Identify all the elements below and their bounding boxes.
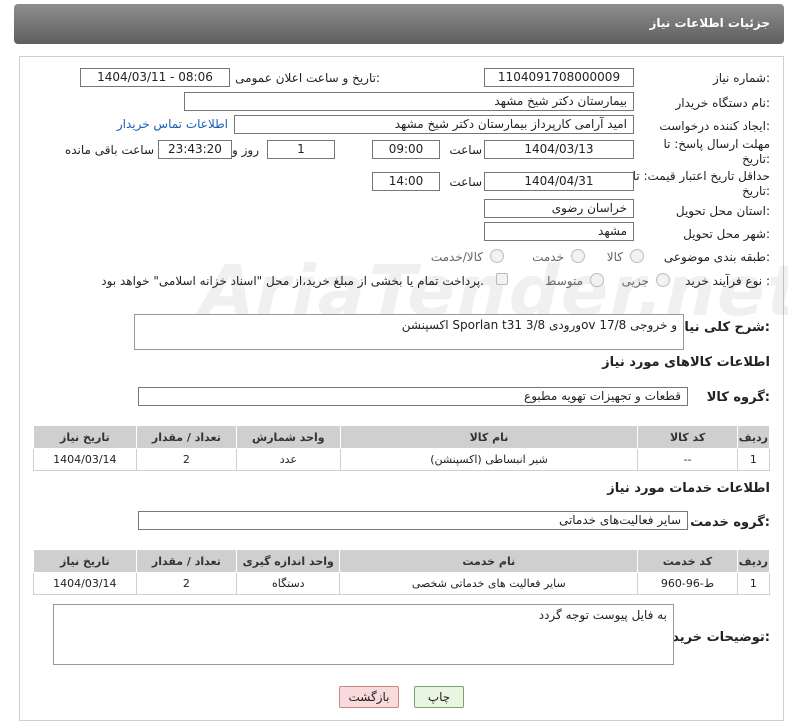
- services-cell-unit: دستگاه: [236, 572, 341, 595]
- process-option-medium: متوسط: [545, 274, 583, 288]
- creator-field[interactable]: امید آرامی کارپرداز بیمارستان دکتر شیخ م…: [234, 115, 634, 134]
- summary-label: شرح کلی نیاز:: [676, 320, 770, 335]
- buyer-contact-link[interactable]: اطلاعات تماس خریدار: [117, 117, 228, 131]
- services-section-title: اطلاعات خدمات مورد نیاز: [607, 481, 770, 496]
- print-button[interactable]: چاپ: [414, 686, 464, 708]
- buyer-notes-label: توضیحات خریدار:: [660, 630, 770, 645]
- table-row[interactable]: 1404/03/14 2 دستگاه سایر فعالیت های خدما…: [33, 572, 771, 595]
- day-and-label: روز و: [232, 143, 259, 157]
- services-table: تاریخ نیاز تعداد / مقدار واحد اندازه گیر…: [33, 549, 771, 595]
- buyer-org-field[interactable]: بیمارستان دکتر شیخ مشهد: [184, 92, 634, 111]
- payment-note: پرداخت تمام یا بخشی از مبلغ خرید،از محل …: [101, 274, 484, 288]
- province-label: استان محل تحویل:: [675, 204, 770, 218]
- category-option-goods: کالا: [606, 250, 623, 264]
- goods-cell-name: شیر انبساطی (اکسپنشن): [339, 448, 639, 471]
- goods-section-title: اطلاعات کالاهای مورد نیاز: [602, 355, 770, 370]
- goods-cell-code: --: [637, 448, 738, 471]
- goods-table-header: تاریخ نیاز تعداد / مقدار واحد شمارش نام …: [33, 425, 771, 449]
- services-cell-code: ط-96-960: [637, 572, 738, 595]
- page-title: جزئیات اطلاعات نیاز: [649, 16, 770, 30]
- remaining-time-field[interactable]: 23:43:20: [158, 140, 232, 159]
- province-field[interactable]: خراسان رضوی: [484, 199, 634, 218]
- deadline-time-field[interactable]: 09:00: [372, 140, 440, 159]
- services-col-name: نام خدمت: [339, 549, 639, 573]
- remaining-label: ساعت باقی مانده: [64, 143, 154, 157]
- goods-group-field[interactable]: قطعات و تجهیزات تهویه مطبوع: [138, 387, 688, 406]
- goods-cell-unit: عدد: [236, 448, 341, 471]
- services-cell-date: 1404/03/14: [33, 572, 137, 595]
- category-radio-goods-service[interactable]: [490, 249, 504, 263]
- services-group-field[interactable]: سایر فعالیت‌های خدماتی: [138, 511, 688, 530]
- services-cell-qty: 2: [135, 572, 238, 595]
- process-label: نوع فرآیند خرید :: [685, 274, 770, 288]
- treasury-checkbox[interactable]: [496, 273, 508, 285]
- goods-col-row: ردیف: [736, 425, 771, 449]
- need-number-field[interactable]: 1104091708000009: [484, 68, 634, 87]
- back-button[interactable]: بازگشت: [339, 686, 399, 708]
- validity-label: حداقل تاریخ اعتبار قیمت: تا تاریخ:: [632, 169, 770, 198]
- deadline-label: مهلت ارسال پاسخ: تا تاریخ:: [663, 137, 770, 166]
- goods-col-date: تاریخ نیاز: [33, 425, 137, 449]
- validity-time-field[interactable]: 14:00: [372, 172, 440, 191]
- process-radio-minor[interactable]: [656, 273, 670, 287]
- buyer-org-label: نام دستگاه خریدار:: [675, 96, 771, 110]
- creator-label: ایجاد کننده درخواست:: [659, 119, 770, 133]
- goods-col-qty: تعداد / مقدار: [135, 425, 238, 449]
- services-group-label: گروه خدمت:: [690, 515, 770, 530]
- goods-cell-date: 1404/03/14: [33, 448, 137, 471]
- goods-cell-qty: 2: [135, 448, 238, 471]
- services-cell-row: 1: [736, 572, 771, 595]
- category-option-goods-service: کالا/خدمت: [430, 250, 483, 264]
- city-field[interactable]: مشهد: [484, 222, 634, 241]
- goods-cell-row: 1: [736, 448, 771, 471]
- goods-col-code: کد کالا: [637, 425, 738, 449]
- table-row[interactable]: 1404/03/14 2 عدد شیر انبساطی (اکسپنشن) -…: [33, 448, 771, 471]
- process-option-minor: جزیی: [621, 274, 649, 288]
- category-radio-goods[interactable]: [630, 249, 644, 263]
- category-radio-service[interactable]: [571, 249, 585, 263]
- announce-field[interactable]: 1404/03/11 - 08:06: [80, 68, 230, 87]
- services-col-unit: واحد اندازه گیری: [236, 549, 341, 573]
- services-cell-name: سایر فعالیت های خدماتی شخصی: [339, 572, 639, 595]
- category-label: طبقه بندی موضوعی:: [663, 250, 770, 264]
- page-header: جزئیات اطلاعات نیاز: [14, 4, 784, 44]
- services-col-row: ردیف: [736, 549, 771, 573]
- goods-group-label: گروه کالا:: [706, 390, 770, 405]
- process-radio-medium[interactable]: [590, 273, 604, 287]
- services-col-date: تاریخ نیاز: [33, 549, 137, 573]
- need-number-label: شماره نیاز:: [712, 71, 770, 85]
- announce-label: تاریخ و ساعت اعلان عمومی:: [235, 71, 380, 85]
- goods-col-unit: واحد شمارش: [236, 425, 341, 449]
- deadline-date-field[interactable]: 1404/03/13: [484, 140, 634, 159]
- category-option-service: خدمت: [532, 250, 564, 264]
- goods-table: تاریخ نیاز تعداد / مقدار واحد شمارش نام …: [33, 425, 771, 471]
- summary-field[interactable]: اکسپنشن Sporlan t31 ورودی 3/8ov 1و خروجی…: [134, 314, 684, 350]
- validity-date-field[interactable]: 1404/04/31: [484, 172, 634, 191]
- buyer-notes-field[interactable]: به فایل پیوست توجه گردد: [53, 604, 674, 665]
- services-table-header: تاریخ نیاز تعداد / مقدار واحد اندازه گیر…: [33, 549, 771, 573]
- city-label: شهر محل تحویل:: [683, 227, 770, 241]
- days-field[interactable]: 1: [267, 140, 335, 159]
- goods-col-name: نام کالا: [339, 425, 639, 449]
- deadline-hour-label: ساعت: [449, 143, 482, 157]
- services-col-qty: تعداد / مقدار: [135, 549, 238, 573]
- services-col-code: کد خدمت: [637, 549, 738, 573]
- validity-hour-label: ساعت: [449, 175, 482, 189]
